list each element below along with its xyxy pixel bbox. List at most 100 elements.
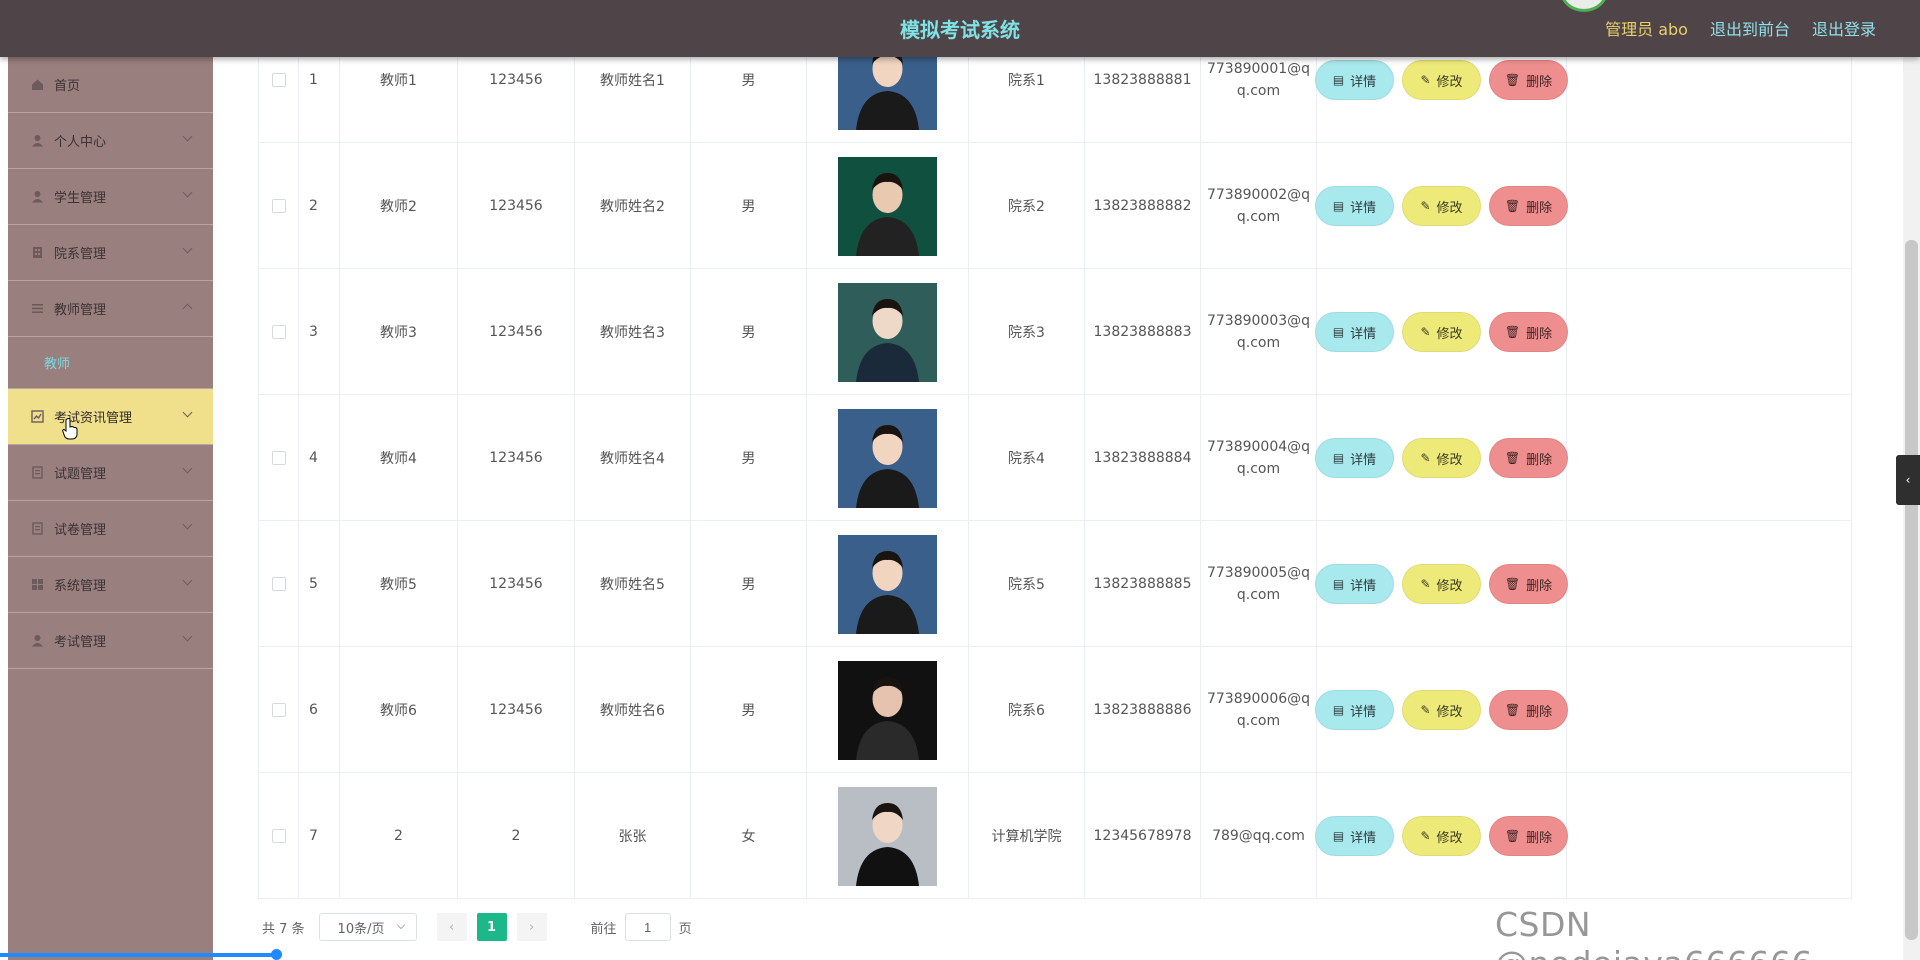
edit-button[interactable]: ✎ 修改 xyxy=(1402,564,1481,604)
dept-value: 计算机学院 xyxy=(991,829,1062,845)
dept-value: 院系5 xyxy=(1008,577,1045,593)
goto-page-input[interactable] xyxy=(624,913,671,941)
prev-page-button[interactable]: ‹ xyxy=(436,913,467,941)
delete-button[interactable]: 🗑 删除 xyxy=(1489,816,1568,856)
page-size-value: 10条/页 xyxy=(337,921,385,937)
trash-icon: 🗑 xyxy=(1504,703,1521,717)
next-page-button[interactable]: › xyxy=(516,913,547,941)
cell-photo xyxy=(807,395,969,521)
row-checkbox[interactable] xyxy=(271,73,286,87)
cell-index: 2 xyxy=(299,143,340,269)
detail-button[interactable]: ▤ 详情 xyxy=(1315,312,1394,352)
page-number-button[interactable]: 1 xyxy=(476,913,507,941)
delete-button[interactable]: 🗑 删除 xyxy=(1489,564,1568,604)
page-size-select[interactable]: 10条/页 xyxy=(318,913,417,941)
avatar[interactable] xyxy=(1560,0,1608,12)
sidebar-item-label: 院系管理 xyxy=(54,247,107,262)
sidebar-item-questions[interactable]: 试题管理 xyxy=(8,445,213,501)
cell-phone: 13823888883 xyxy=(1085,269,1201,395)
dept-value: 院系3 xyxy=(1008,325,1045,341)
sidebar-item-departments[interactable]: 院系管理 xyxy=(8,225,213,281)
edit-button[interactable]: ✎ 修改 xyxy=(1402,438,1481,478)
row-checkbox[interactable] xyxy=(271,199,286,213)
progress-handle[interactable] xyxy=(271,949,282,960)
edit-button-label: 修改 xyxy=(1436,74,1463,90)
pencil-icon: ✎ xyxy=(1420,73,1431,87)
row-checkbox[interactable] xyxy=(271,829,286,843)
sidebar-item-label: 个人中心 xyxy=(54,135,107,150)
cell-phone: 13823888881 xyxy=(1085,57,1201,143)
row-checkbox[interactable] xyxy=(271,703,286,717)
cell-password: 123456 xyxy=(458,647,575,773)
cell-name: 张张 xyxy=(575,773,691,899)
delete-button-label: 删除 xyxy=(1526,200,1553,216)
collapse-panel-button[interactable]: ‹ xyxy=(1896,455,1920,505)
exit-to-front-link[interactable]: 退出到前台 xyxy=(1710,16,1790,40)
cell-gender: 男 xyxy=(691,521,807,647)
cell-actions: ▤ 详情 ✎ 修改 🗑 删除 xyxy=(1315,395,1568,521)
sidebar-item-system[interactable]: 系统管理 xyxy=(8,557,213,613)
account-value: 2 xyxy=(394,828,403,844)
row-checkbox[interactable] xyxy=(271,451,286,465)
cell-gender: 男 xyxy=(691,57,807,143)
cell-account: 教师4 xyxy=(340,395,458,521)
row-checkbox[interactable] xyxy=(271,577,286,591)
detail-button[interactable]: ▤ 详情 xyxy=(1315,564,1394,604)
cell-account: 教师2 xyxy=(340,143,458,269)
delete-button-label: 删除 xyxy=(1526,578,1553,594)
delete-button[interactable]: 🗑 删除 xyxy=(1489,438,1568,478)
gender-value: 男 xyxy=(741,325,756,341)
row-checkbox[interactable] xyxy=(271,325,286,339)
chevron-left-icon: ‹ xyxy=(448,919,455,935)
cell-index: 7 xyxy=(299,773,340,899)
sidebar-item-exam-news[interactable]: 考试资讯管理 xyxy=(8,389,213,445)
edit-button-label: 修改 xyxy=(1436,200,1463,216)
edit-button[interactable]: ✎ 修改 xyxy=(1402,312,1481,352)
cell-index: 1 xyxy=(299,57,340,143)
delete-button[interactable]: 🗑 删除 xyxy=(1489,186,1568,226)
sidebar-item-profile[interactable]: 个人中心 xyxy=(8,113,213,169)
detail-button[interactable]: ▤ 详情 xyxy=(1315,186,1394,226)
cell-gender: 男 xyxy=(691,395,807,521)
detail-button-label: 详情 xyxy=(1350,452,1377,468)
sidebar-subitem-teacher[interactable]: 教师 xyxy=(8,337,213,389)
teacher-photo xyxy=(838,660,937,760)
delete-button[interactable]: 🗑 删除 xyxy=(1489,312,1568,352)
cell-check xyxy=(259,57,299,143)
gender-value: 男 xyxy=(741,577,756,593)
logout-link[interactable]: 退出登录 xyxy=(1812,16,1876,40)
cell-password: 2 xyxy=(458,773,575,899)
teacher-photo xyxy=(838,408,937,508)
delete-button[interactable]: 🗑 删除 xyxy=(1489,690,1568,730)
sidebar-item-teachers[interactable]: 教师管理 xyxy=(8,281,213,337)
cell-account: 2 xyxy=(340,773,458,899)
edit-button[interactable]: ✎ 修改 xyxy=(1402,690,1481,730)
edit-button[interactable]: ✎ 修改 xyxy=(1402,816,1481,856)
document-icon: ▤ xyxy=(1332,577,1345,591)
sidebar-item-exams[interactable]: 考试管理 xyxy=(8,613,213,669)
trash-icon: 🗑 xyxy=(1504,451,1521,465)
pencil-icon: ✎ xyxy=(1420,199,1431,213)
building-icon xyxy=(30,246,44,260)
teacher-photo xyxy=(838,534,937,634)
detail-button[interactable]: ▤ 详情 xyxy=(1315,60,1394,100)
index-value: 3 xyxy=(309,324,318,340)
detail-button[interactable]: ▤ 详情 xyxy=(1315,438,1394,478)
cell-dept: 院系3 xyxy=(969,269,1085,395)
delete-button[interactable]: 🗑 删除 xyxy=(1489,60,1568,100)
cell-gender: 男 xyxy=(691,647,807,773)
detail-button[interactable]: ▤ 详情 xyxy=(1315,816,1394,856)
document-icon: ▤ xyxy=(1332,325,1345,339)
edit-button[interactable]: ✎ 修改 xyxy=(1402,186,1481,226)
scrollbar-thumb[interactable] xyxy=(1905,240,1918,940)
gender-value: 男 xyxy=(741,73,756,89)
sidebar-item-home[interactable]: 首页 xyxy=(8,57,213,113)
sidebar-item-papers[interactable]: 试卷管理 xyxy=(8,501,213,557)
edit-button[interactable]: ✎ 修改 xyxy=(1402,60,1481,100)
detail-button[interactable]: ▤ 详情 xyxy=(1315,690,1394,730)
email-value: 773890003@qq.com xyxy=(1206,313,1311,351)
cell-password: 123456 xyxy=(458,57,575,143)
goto-label: 前往 xyxy=(590,921,617,937)
sidebar-item-students[interactable]: 学生管理 xyxy=(8,169,213,225)
trash-icon: 🗑 xyxy=(1504,73,1521,87)
